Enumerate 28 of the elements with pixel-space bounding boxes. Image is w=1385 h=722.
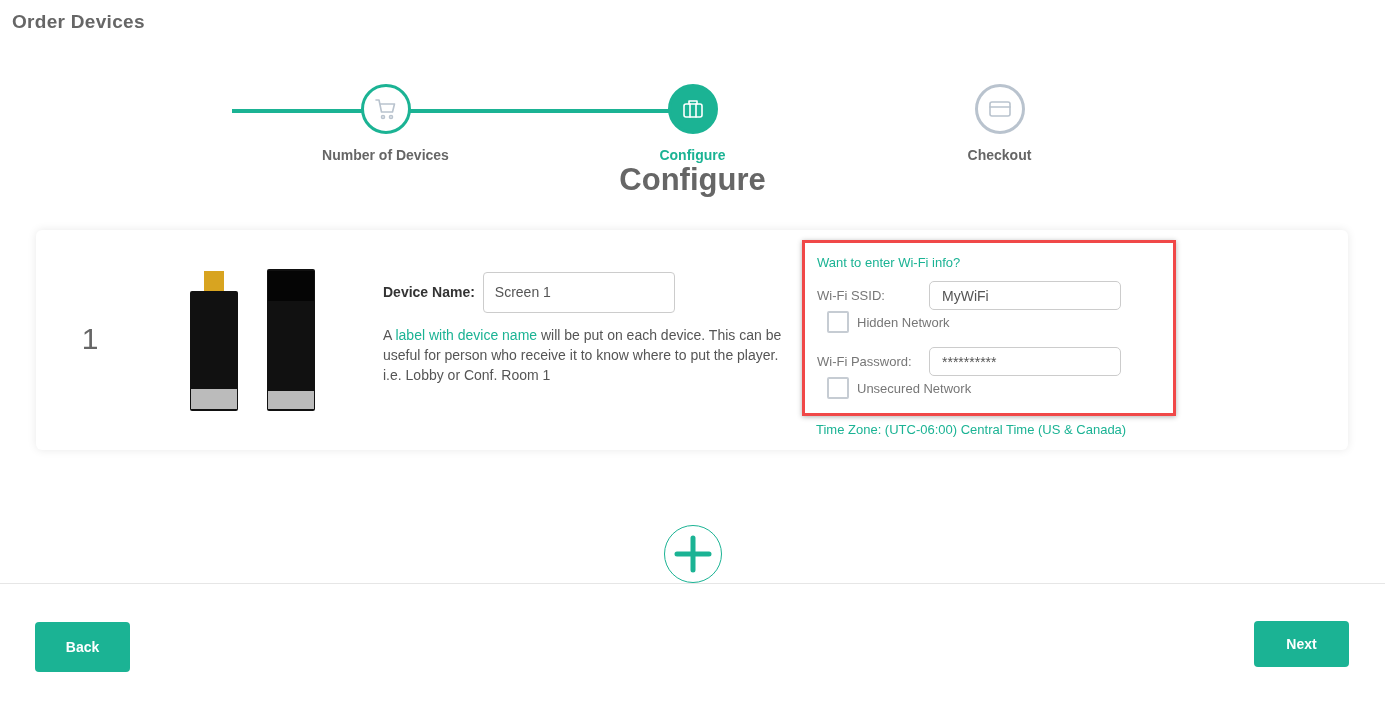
wifi-prompt-link[interactable]: Want to enter Wi-Fi info? (817, 255, 961, 270)
step-circle[interactable] (974, 84, 1025, 134)
device-name-label: Device Name: (383, 284, 475, 300)
step-label: Number of Devices (322, 147, 449, 163)
step-circle[interactable] (667, 84, 718, 134)
step-label: Checkout (967, 147, 1032, 163)
device-name-field[interactable]: Screen 1 (482, 271, 675, 313)
device-label-link[interactable]: label with device name (395, 326, 538, 343)
device-label-note: A label with device name will be put on each device. This can be useful for person who receive it to know where to put the player. i.e. Lobby or Conf. Room 1 (383, 325, 783, 385)
next-button[interactable]: Next (1254, 621, 1349, 667)
password-label: Wi-Fi Password: (817, 354, 913, 369)
briefcase-icon (680, 97, 705, 121)
cart-icon (373, 97, 398, 121)
checkbox[interactable] (827, 377, 849, 399)
ssid-field[interactable]: MyWiFi (929, 281, 1121, 310)
back-button[interactable]: Back (35, 622, 130, 672)
plus-icon (673, 535, 712, 573)
ssid-label: Wi-Fi SSID: (817, 288, 886, 303)
checkbox[interactable] (827, 311, 849, 333)
password-field[interactable]: ********** (929, 347, 1121, 376)
section-heading: Configure (618, 162, 767, 199)
step-circle[interactable] (360, 84, 411, 134)
checkbox-label: Unsecured Network (857, 380, 972, 396)
device-number: 1 (80, 322, 100, 356)
page-title: Order Devices (11, 10, 146, 34)
step-label: Configure (659, 147, 726, 163)
checkbox-label: Hidden Network (857, 314, 950, 330)
time-zone-link[interactable]: Time Zone: (UTC-06:00) Central Time (US & Canada) (816, 422, 1176, 437)
